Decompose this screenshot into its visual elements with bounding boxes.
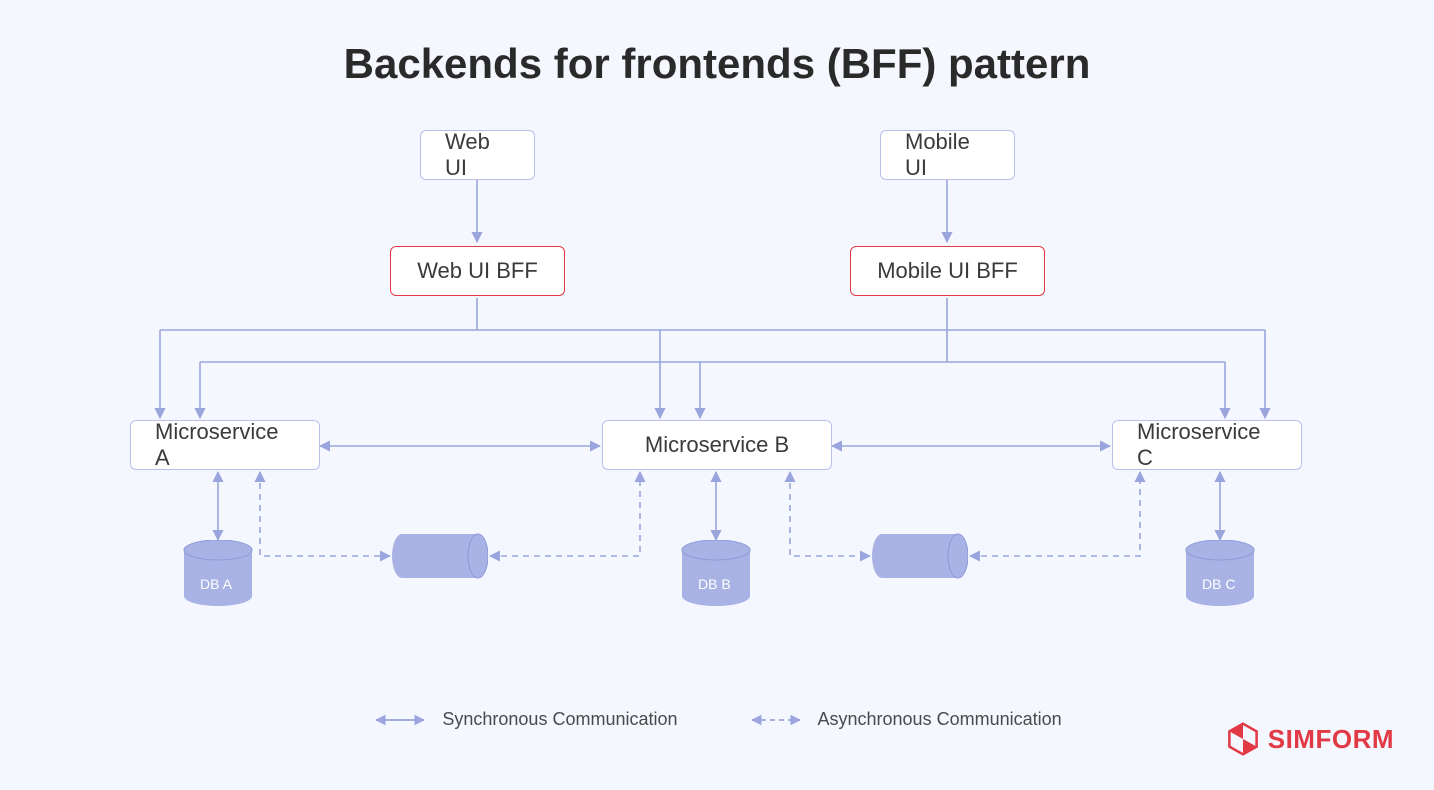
brand-mark-icon — [1226, 722, 1260, 756]
database-c-label: DB C — [1202, 576, 1235, 592]
legend-async-line-icon — [748, 714, 804, 726]
queue-b-c-icon — [872, 532, 968, 580]
database-a-icon — [182, 540, 254, 606]
legend-sync-line-icon — [372, 714, 428, 726]
brand-text: SIMFORM — [1268, 724, 1394, 755]
node-microservice-c: Microservice C — [1112, 420, 1302, 470]
node-mobile-bff: Mobile UI BFF — [850, 246, 1045, 296]
diagram-title: Backends for frontends (BFF) pattern — [0, 40, 1434, 88]
database-b-icon — [680, 540, 752, 606]
legend-sync: Synchronous Communication — [372, 709, 677, 730]
connectors-layer — [0, 0, 1434, 790]
queue-a-b-icon — [392, 532, 488, 580]
legend-sync-label: Synchronous Communication — [442, 709, 677, 730]
legend: Synchronous Communication Asynchronous C… — [0, 709, 1434, 730]
node-mobile-ui: Mobile UI — [880, 130, 1015, 180]
node-microservice-a: Microservice A — [130, 420, 320, 470]
database-a-label: DB A — [200, 576, 232, 592]
node-web-ui: Web UI — [420, 130, 535, 180]
legend-async: Asynchronous Communication — [748, 709, 1062, 730]
database-b-label: DB B — [698, 576, 731, 592]
legend-async-label: Asynchronous Communication — [818, 709, 1062, 730]
node-microservice-b: Microservice B — [602, 420, 832, 470]
node-web-bff: Web UI BFF — [390, 246, 565, 296]
brand-logo: SIMFORM — [1226, 722, 1394, 756]
database-c-icon — [1184, 540, 1256, 606]
